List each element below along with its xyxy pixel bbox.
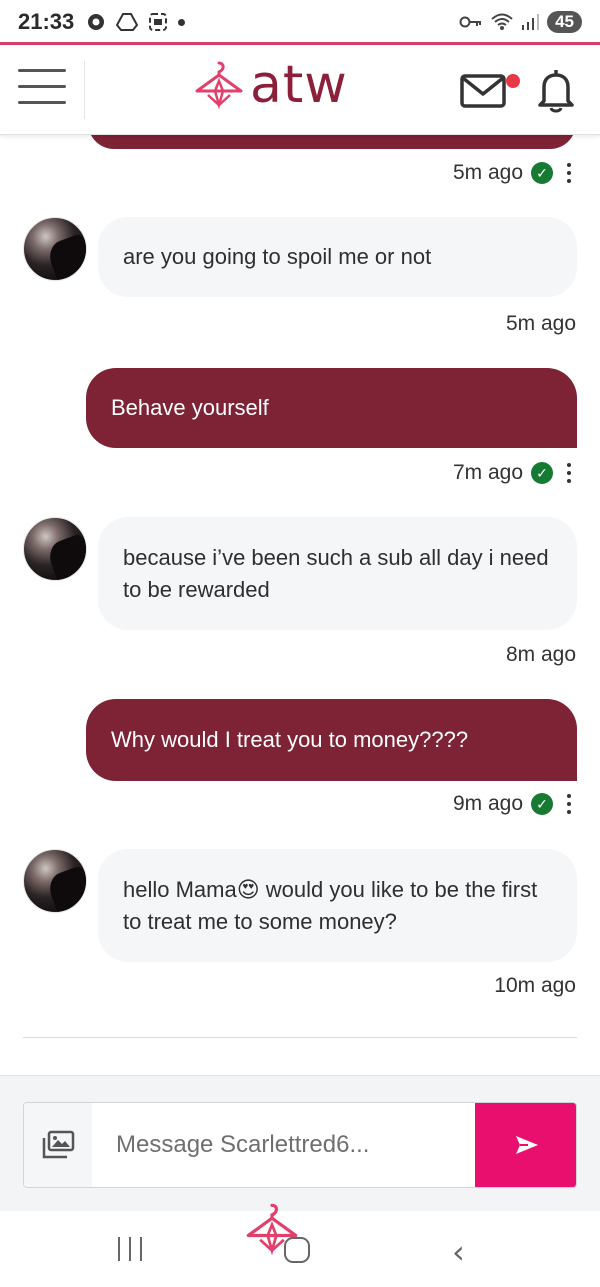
header-divider: [84, 61, 85, 119]
message-time: 10m ago: [494, 974, 576, 997]
read-check-icon: ✓: [531, 162, 553, 184]
recents-icon: [118, 1237, 120, 1261]
message-input[interactable]: [94, 1103, 474, 1187]
screenshot-icon: [149, 13, 168, 31]
status-time: 21:33: [18, 9, 75, 34]
avatar[interactable]: [23, 517, 87, 581]
message-meta: 10m ago: [494, 974, 576, 998]
message-bubble-incoming[interactable]: hello Mama😍 would you like to be the fir…: [98, 849, 577, 962]
notifications-button[interactable]: [536, 67, 576, 113]
message-options-icon[interactable]: [561, 161, 577, 185]
signal-icon: [522, 14, 540, 30]
bell-icon: [538, 70, 574, 113]
chat-divider: [23, 1037, 577, 1038]
message-bubble-incoming[interactable]: because i’ve been such a sub all day i n…: [98, 517, 577, 630]
app-header: atw: [0, 45, 600, 135]
hanger-logo-icon: [195, 61, 243, 110]
system-nav-bar: ‹: [0, 1203, 600, 1287]
back-chevron-icon: ‹: [452, 1233, 465, 1271]
logo[interactable]: atw: [194, 59, 348, 111]
message-text: Why would I treat you to money????: [111, 727, 469, 752]
status-system-icons: 45: [459, 11, 582, 33]
send-button[interactable]: [475, 1103, 576, 1187]
recents-button[interactable]: [118, 1237, 142, 1261]
message-bubble-outgoing[interactable]: Why would I treat you to money????: [86, 699, 577, 781]
vpn-key-icon: [459, 16, 482, 28]
message-composer: [23, 1102, 577, 1188]
unread-notification-dot: [506, 74, 520, 88]
wifi-icon: [491, 13, 513, 30]
menu-icon: [18, 69, 66, 72]
message-time: 7m ago: [452, 461, 523, 484]
message-options-icon[interactable]: [561, 461, 577, 485]
avatar[interactable]: [23, 849, 87, 913]
message-time: 5m ago: [452, 161, 523, 184]
message-meta: 5m ago: [506, 312, 576, 336]
avatar[interactable]: [23, 217, 87, 281]
message-text: hello Mama😍 would you like to be the fir…: [123, 876, 538, 934]
image-gallery-icon: [42, 1130, 75, 1159]
status-bar: 21:33 45: [0, 0, 600, 44]
mail-icon: [460, 74, 506, 108]
message-options-icon[interactable]: [561, 792, 577, 816]
message-bubble-incoming[interactable]: are you going to spoil me or not: [98, 217, 577, 297]
home-button[interactable]: [284, 1237, 310, 1263]
message-meta: 7m ago ✓: [453, 461, 577, 485]
message-time: 8m ago: [505, 643, 576, 666]
message-time: 5m ago: [505, 312, 576, 335]
read-check-icon: ✓: [531, 793, 553, 815]
message-text: Behave yourself: [111, 395, 269, 420]
message-meta: 5m ago ✓: [453, 161, 577, 185]
send-icon: [515, 1136, 538, 1154]
message-bubble-outgoing[interactable]: [88, 135, 576, 149]
message-meta: 8m ago: [506, 643, 576, 667]
attach-media-button[interactable]: [24, 1103, 92, 1187]
messages-button[interactable]: [460, 73, 508, 109]
message-text: because i’ve been such a sub all day i n…: [123, 544, 549, 602]
message-text: are you going to spoil me or not: [123, 244, 432, 269]
logo-text: atw: [250, 55, 348, 115]
back-button[interactable]: ‹: [452, 1233, 465, 1271]
menu-button[interactable]: [18, 69, 66, 109]
more-notifications-dot-icon: [178, 18, 186, 26]
message-meta: 9m ago ✓: [453, 792, 577, 816]
message-bubble-outgoing[interactable]: Behave yourself: [86, 368, 577, 448]
sync-icon: [88, 14, 105, 30]
read-check-icon: ✓: [531, 462, 553, 484]
chat-thread[interactable]: 5m ago ✓ are you going to spoil me or no…: [0, 135, 600, 1075]
battery-indicator: 45: [547, 11, 582, 33]
message-time: 9m ago: [452, 792, 523, 815]
composer-area: [0, 1075, 600, 1211]
drive-icon: [116, 13, 139, 31]
status-notification-icons: [86, 12, 186, 32]
